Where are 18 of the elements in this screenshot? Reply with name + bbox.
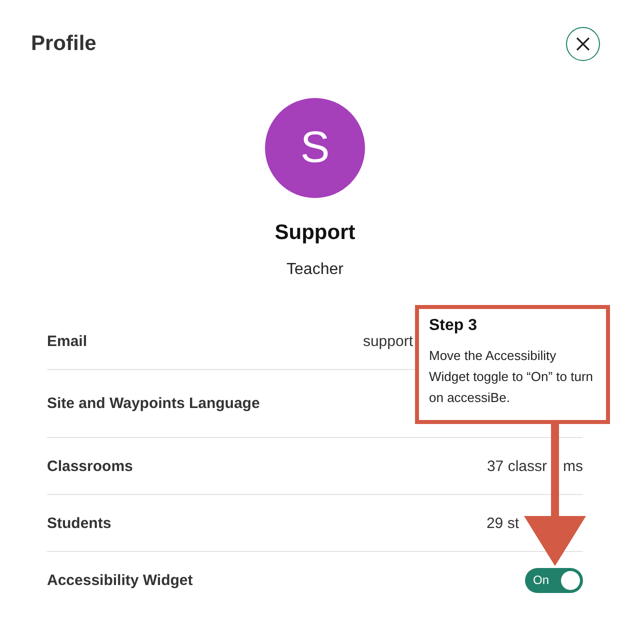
row-label: Site and Waypoints Language bbox=[47, 395, 260, 412]
close-icon bbox=[576, 37, 590, 51]
row-value: 37 classr bbox=[486, 458, 547, 474]
row-label: Classrooms bbox=[47, 458, 133, 474]
dialog-title: Profile bbox=[31, 32, 96, 56]
avatar: S bbox=[265, 98, 365, 198]
row-label: Email bbox=[47, 332, 88, 350]
row-value: ms bbox=[563, 458, 583, 474]
user-name: Support bbox=[274, 221, 356, 245]
callout-text: Move the Accessibility Widget toggle to “On” to turn on accessiBe. bbox=[429, 347, 594, 407]
callout-title: Step 3 bbox=[429, 317, 478, 335]
user-role: Teacher bbox=[286, 261, 344, 279]
row-value: 29 st bbox=[486, 514, 519, 532]
row-label: Accessibility Widget bbox=[47, 572, 193, 588]
row-value: support bbox=[362, 332, 413, 350]
toggle-switch[interactable]: On bbox=[525, 568, 583, 592]
row-label: Students bbox=[47, 514, 112, 532]
close-button[interactable] bbox=[566, 27, 600, 61]
